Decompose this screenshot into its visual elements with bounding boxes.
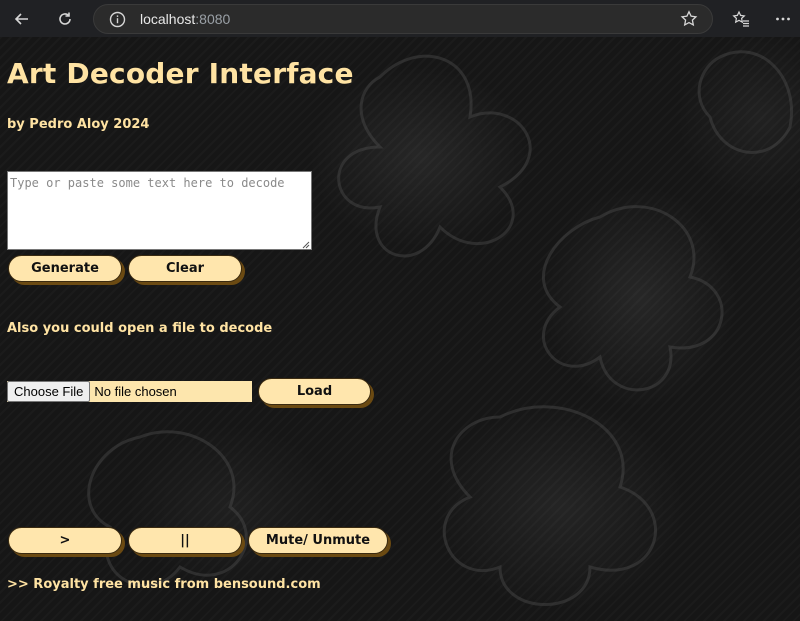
bookmark-star-icon[interactable]: [680, 10, 698, 28]
generate-button[interactable]: Generate: [8, 255, 122, 282]
play-button[interactable]: >: [8, 527, 122, 554]
info-icon[interactable]: [109, 11, 126, 28]
address-bar[interactable]: localhost:8080: [93, 4, 713, 34]
music-credits-text: >> Royalty free music from bensound.com: [7, 577, 321, 592]
browser-toolbar: localhost:8080: [0, 0, 800, 37]
decode-text-input[interactable]: [7, 171, 312, 250]
more-menu-button[interactable]: [770, 6, 796, 32]
choose-file-button[interactable]: Choose File: [7, 381, 91, 402]
url-port: :8080: [195, 11, 231, 27]
pause-button[interactable]: ||: [128, 527, 242, 554]
reload-icon: [59, 12, 71, 25]
file-prompt-text: Also you could open a file to decode: [7, 321, 273, 336]
load-button[interactable]: Load: [258, 378, 371, 405]
page-body: Art Decoder Interface by Pedro Aloy 2024…: [0, 37, 800, 621]
clear-button[interactable]: Clear: [128, 255, 242, 282]
favorites-button[interactable]: [728, 6, 754, 32]
page-title: Art Decoder Interface: [7, 57, 354, 90]
url-host: localhost: [140, 11, 196, 27]
back-button[interactable]: [9, 6, 35, 32]
back-arrow-icon: [14, 13, 28, 25]
url-text: localhost:8080: [140, 11, 230, 27]
reload-button[interactable]: [52, 6, 78, 32]
more-dots-icon: [776, 17, 790, 21]
mute-toggle-button[interactable]: Mute/ Unmute: [248, 527, 388, 554]
favorites-icon: [732, 10, 749, 27]
file-status-text: No file chosen: [94, 384, 177, 399]
resize-grip-icon[interactable]: [300, 239, 310, 249]
author-subtitle: by Pedro Aloy 2024: [7, 117, 150, 132]
file-input[interactable]: Choose File No file chosen: [7, 381, 252, 402]
